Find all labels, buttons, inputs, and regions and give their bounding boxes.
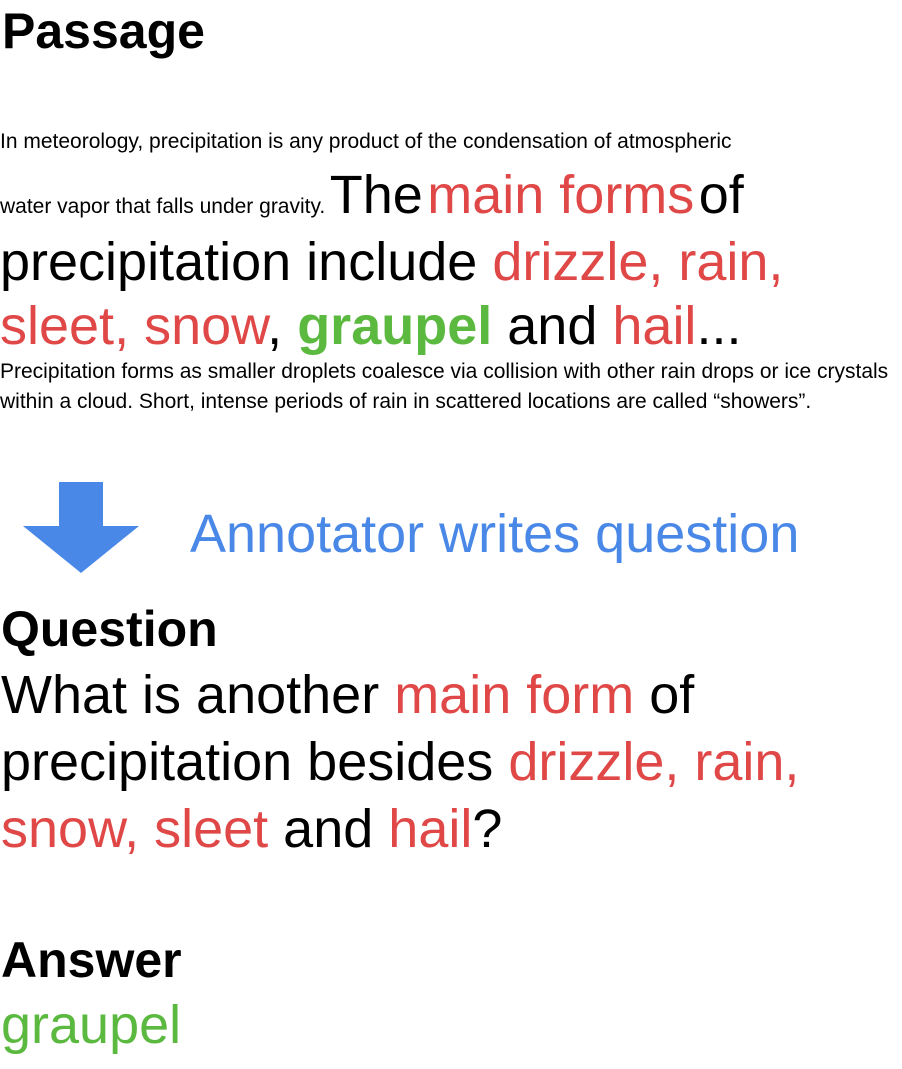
question-mark: ? (472, 799, 503, 859)
highlight-sleet-snow: sleet, snow (0, 296, 268, 356)
question-title: Question (1, 601, 218, 657)
answer-title: Answer (1, 932, 182, 988)
down-arrow-icon (23, 482, 139, 573)
passage-tail: Precipitation forms as smaller droplets … (0, 360, 889, 413)
passage-and: and (507, 296, 598, 356)
passage-precipitation-include: precipitation include (0, 232, 478, 292)
answer-value: graupel (1, 995, 182, 1055)
passage-the: The (329, 165, 423, 225)
highlight-hail: hail (612, 296, 697, 356)
highlight-main-forms: main forms (427, 165, 695, 225)
passage-small-text: water vapor that falls under gravity. (0, 195, 326, 218)
question-highlight-drizzle-rain: drizzle, rain, (508, 732, 800, 792)
question-highlight-snow-sleet: snow, sleet (1, 799, 269, 859)
passage-line-2: water vapor that falls under gravity. Th… (0, 161, 895, 229)
passage-line-3: precipitation include drizzle, rain, (0, 229, 895, 295)
question-body: What is another main form of precipitati… (1, 662, 896, 863)
passage-title: Passage (2, 3, 205, 59)
question-part-1: What is another (1, 665, 380, 725)
annotator-label: Annotator writes question (190, 504, 800, 564)
passage-line-4: sleet, snow, graupel and hail... (0, 295, 895, 357)
passage-ellipsis: ... (696, 296, 742, 356)
highlight-drizzle-rain: drizzle, rain, (492, 232, 784, 292)
passage-comma: , (267, 296, 283, 356)
highlight-graupel: graupel (297, 296, 493, 356)
passage-of: of (698, 165, 744, 225)
question-and: and (283, 799, 374, 859)
question-highlight-main-form: main form (394, 665, 635, 725)
question-highlight-hail: hail (388, 799, 473, 859)
passage-line-1: In meteorology, precipitation is any pro… (0, 130, 732, 153)
passage-body: In meteorology, precipitation is any pro… (0, 123, 895, 417)
